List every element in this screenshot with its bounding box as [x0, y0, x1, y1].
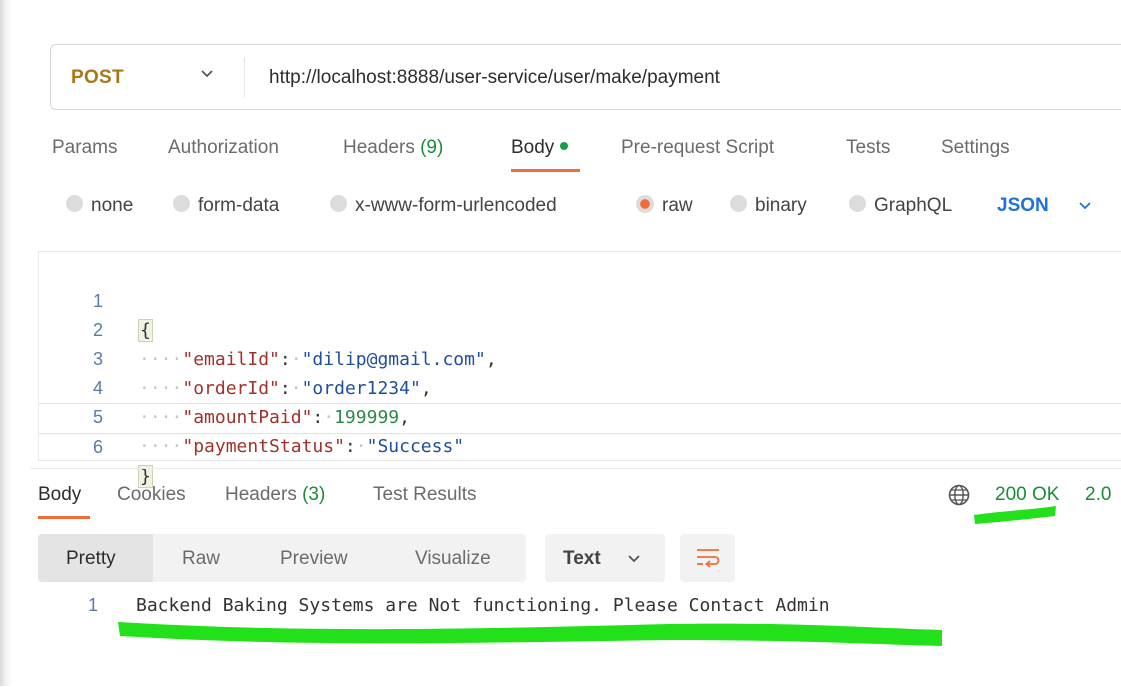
- code-line: 5 ····"paymentStatus":·"Success": [39, 374, 1121, 457]
- code-line: 4 ····"amountPaid":·199999,: [39, 345, 1121, 428]
- modified-dot-icon: [560, 141, 569, 150]
- response-time[interactable]: 2.0: [1085, 484, 1111, 506]
- radio-none[interactable]: none: [66, 195, 133, 217]
- line-number: 6: [92, 437, 103, 457]
- request-body-editor[interactable]: 1 { 2 ····"emailId":·"dilip@gmail.com", …: [38, 251, 1121, 488]
- radio-selected-icon: [636, 194, 654, 213]
- radio-circle-icon: [730, 195, 747, 213]
- url-input[interactable]: http://localhost:8888/user-service/user/…: [269, 67, 720, 89]
- radio-circle-icon: [849, 195, 866, 213]
- radio-form-data[interactable]: form-data: [173, 195, 279, 217]
- radio-circle-icon: [330, 195, 347, 213]
- active-tab-indicator: [511, 169, 580, 172]
- tab-authorization[interactable]: Authorization: [168, 137, 279, 159]
- format-raw-button[interactable]: Raw: [182, 548, 220, 570]
- code-line: 1 {: [39, 258, 1121, 342]
- response-tab-body[interactable]: Body: [38, 484, 81, 506]
- tab-settings[interactable]: Settings: [941, 137, 1010, 159]
- response-tab-cookies[interactable]: Cookies: [117, 484, 186, 506]
- json-key: "paymentStatus": [182, 436, 345, 457]
- json-value: "Success": [366, 436, 465, 457]
- tab-body[interactable]: Body: [511, 137, 569, 159]
- chevron-down-icon[interactable]: [1075, 195, 1095, 215]
- response-tab-test-results[interactable]: Test Results: [373, 484, 476, 506]
- format-pretty-button[interactable]: Pretty: [66, 548, 116, 570]
- radio-graphql[interactable]: GraphQL: [849, 195, 952, 217]
- radio-raw[interactable]: raw: [636, 194, 693, 217]
- code-line: 3 ····"orderId":·"order1234",: [39, 316, 1121, 399]
- method-select[interactable]: POST: [71, 67, 124, 89]
- chevron-down-icon: [628, 555, 640, 563]
- format-visualize-button[interactable]: Visualize: [415, 548, 491, 570]
- response-tab-headers[interactable]: Headers (3): [225, 484, 325, 506]
- response-headers-count: (3): [302, 484, 326, 505]
- window-edge: [0, 0, 12, 686]
- url-divider: [244, 57, 245, 97]
- code-line: 2 ····"emailId":·"dilip@gmail.com",: [39, 287, 1121, 370]
- code-line: 6 }: [39, 403, 1121, 488]
- tab-headers[interactable]: Headers (9): [343, 137, 443, 159]
- wrap-lines-icon: [697, 549, 720, 568]
- highlighter-mark-status: [974, 506, 1056, 524]
- highlighter-mark-response: [118, 622, 942, 646]
- tab-params[interactable]: Params: [52, 137, 117, 159]
- tab-pre-request-script[interactable]: Pre-request Script: [621, 137, 774, 159]
- format-preview-button[interactable]: Preview: [280, 548, 348, 570]
- radio-circle-icon: [173, 195, 190, 213]
- radio-binary[interactable]: binary: [730, 195, 807, 217]
- radio-x-www-form-urlencoded[interactable]: x-www-form-urlencoded: [330, 195, 557, 217]
- headers-count: (9): [420, 137, 444, 158]
- response-line-number: 1: [88, 595, 99, 615]
- chevron-down-icon[interactable]: [197, 63, 217, 83]
- response-body-text[interactable]: Backend Baking Systems are Not functioni…: [136, 595, 830, 616]
- request-url-bar: POST http://localhost:8888/user-service/…: [50, 44, 1121, 110]
- tab-tests[interactable]: Tests: [846, 137, 890, 159]
- response-type-label: Text: [563, 548, 601, 569]
- body-language-select[interactable]: JSON: [997, 195, 1049, 217]
- response-active-tab-indicator: [38, 516, 90, 519]
- radio-circle-icon: [66, 195, 83, 213]
